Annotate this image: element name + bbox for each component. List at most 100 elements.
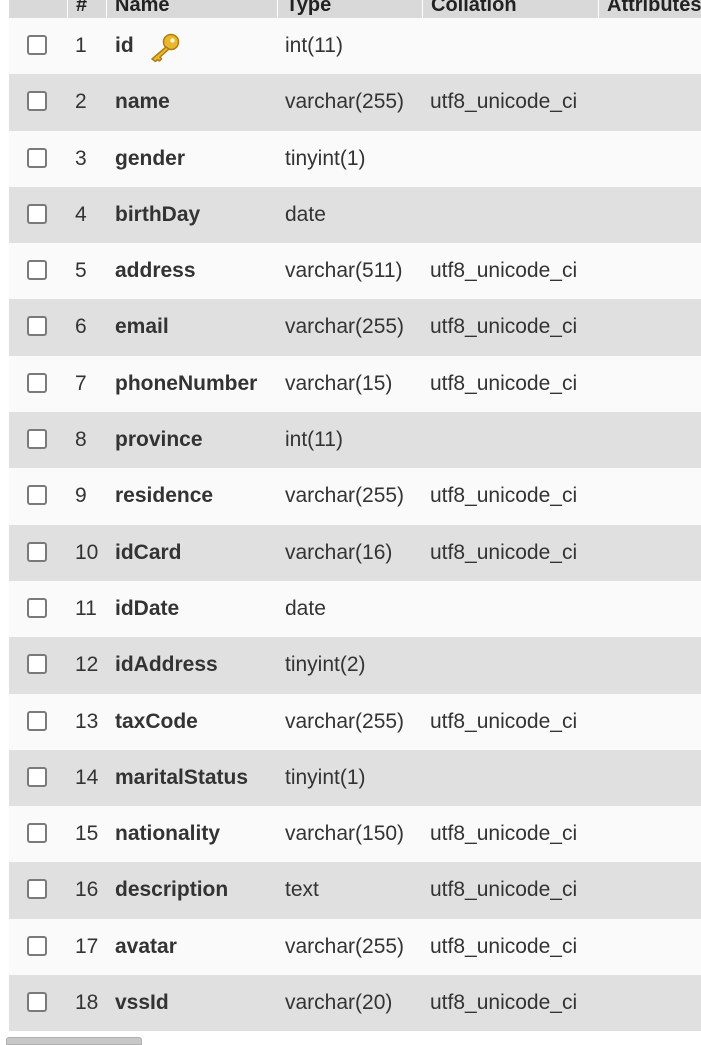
row-select-checkbox[interactable] — [27, 91, 47, 112]
column-type: int(11) — [285, 34, 343, 57]
column-name: name — [115, 90, 170, 114]
table-row[interactable]: 11 idDate date — [9, 580, 701, 638]
column-collation: utf8_unicode_ci — [430, 315, 578, 339]
row-select-checkbox[interactable] — [27, 823, 47, 844]
row-number: 7 — [75, 371, 87, 395]
column-name: gender — [115, 146, 186, 170]
column-type: tinyint(1) — [285, 146, 366, 170]
column-type: int(11) — [285, 428, 343, 452]
column-collation: utf8_unicode_ci — [430, 934, 578, 958]
column-type: date — [285, 202, 326, 226]
column-collation: utf8_unicode_ci — [430, 90, 578, 114]
table-header: # Name Type Collation Attributes — [9, 0, 701, 18]
column-name: taxCode — [115, 709, 198, 733]
row-select-checkbox[interactable] — [27, 485, 47, 506]
column-name: idDate — [115, 596, 180, 620]
row-number: 15 — [75, 822, 99, 846]
key-icon — [151, 33, 180, 62]
column-name: nationality — [115, 822, 221, 846]
column-collation: utf8_unicode_ci — [430, 822, 578, 846]
row-select-checkbox[interactable] — [27, 710, 47, 731]
row-select-checkbox[interactable] — [27, 316, 47, 337]
row-select-checkbox[interactable] — [27, 372, 47, 393]
row-select-checkbox[interactable] — [27, 429, 47, 450]
column-name: residence — [115, 484, 214, 508]
row-select-checkbox[interactable] — [27, 766, 47, 787]
table-row[interactable]: 16 description text utf8_unicode_ci — [9, 862, 701, 919]
row-number: 18 — [75, 991, 99, 1015]
table-row[interactable]: 15 nationality varchar(150) utf8_unicode_ci — [9, 806, 701, 863]
table-row[interactable]: 13 taxCode varchar(255) utf8_unicode_ci — [9, 693, 701, 750]
column-type: varchar(255) — [285, 315, 405, 339]
row-select-checkbox[interactable] — [27, 147, 47, 168]
column-name: idCard — [115, 540, 182, 564]
column-name: vssId — [115, 991, 169, 1015]
row-number: 1 — [75, 34, 87, 57]
column-type: varchar(255) — [285, 90, 405, 114]
row-select-checkbox[interactable] — [27, 654, 47, 675]
column-type: varchar(511) — [285, 259, 403, 283]
column-name: avatar — [115, 934, 177, 958]
column-header-attributes[interactable]: Attributes — [598, 0, 701, 18]
row-number: 16 — [75, 878, 99, 902]
column-name: idAddress — [115, 653, 218, 677]
row-number: 13 — [75, 709, 99, 733]
row-select-checkbox[interactable] — [27, 935, 47, 956]
table-row[interactable]: 9 residence varchar(255) utf8_unicode_ci — [9, 468, 701, 525]
column-name: id — [115, 34, 134, 57]
row-select-checkbox[interactable] — [27, 541, 47, 562]
table-row[interactable]: 7 phoneNumber varchar(15) utf8_unicode_ci — [9, 355, 701, 413]
row-number: 2 — [75, 90, 87, 114]
scrollbar-thumb[interactable] — [6, 1037, 142, 1045]
row-number: 12 — [75, 653, 99, 677]
column-name: description — [115, 878, 229, 902]
table-row[interactable]: 2 name varchar(255) utf8_unicode_ci — [9, 74, 701, 131]
table-row[interactable]: 4 birthDay date — [9, 186, 701, 244]
column-type: varchar(16) — [285, 540, 393, 564]
column-type: tinyint(1) — [285, 765, 366, 789]
column-collation: utf8_unicode_ci — [430, 540, 578, 564]
table-row[interactable]: 8 province int(11) — [9, 412, 701, 469]
table-row[interactable]: 10 idCard varchar(16) utf8_unicode_ci — [9, 524, 701, 581]
row-select-checkbox[interactable] — [27, 35, 47, 55]
column-header-name[interactable]: Name — [106, 0, 169, 18]
row-number: 10 — [75, 540, 99, 564]
column-collation: utf8_unicode_ci — [430, 709, 578, 733]
table-row[interactable]: 14 maritalStatus tinyint(1) — [9, 749, 701, 807]
column-header-type[interactable]: Type — [277, 0, 331, 18]
table-row[interactable]: 6 email varchar(255) utf8_unicode_ci — [9, 299, 701, 356]
row-select-checkbox[interactable] — [27, 597, 47, 618]
column-type: text — [285, 878, 319, 902]
row-number: 17 — [75, 934, 99, 958]
column-type: varchar(20) — [285, 991, 393, 1015]
column-name: address — [115, 259, 196, 283]
table-row[interactable]: 3 gender tinyint(1) — [9, 130, 701, 187]
row-number: 4 — [75, 202, 87, 226]
column-collation: utf8_unicode_ci — [430, 991, 578, 1015]
table-row[interactable]: 1 id int(11) — [9, 18, 701, 75]
table-row[interactable]: 17 avatar varchar(255) utf8_unicode_ci — [9, 918, 701, 976]
row-number: 8 — [75, 428, 87, 452]
row-select-checkbox[interactable] — [27, 879, 47, 900]
column-type: varchar(255) — [285, 484, 405, 508]
column-type: varchar(150) — [285, 822, 405, 846]
table-row[interactable]: 12 idAddress tinyint(2) — [9, 637, 701, 694]
column-type: varchar(255) — [285, 934, 405, 958]
column-collation: utf8_unicode_ci — [430, 371, 578, 395]
column-name: province — [115, 428, 203, 452]
structure-table: 1 id int(11) 2 name varchar(255) utf8_unicode_… — [9, 18, 701, 1032]
row-select-checkbox[interactable] — [27, 992, 47, 1013]
table-row[interactable]: 18 vssId varchar(20) utf8_unicode_ci — [9, 975, 701, 1032]
column-type: varchar(15) — [285, 371, 393, 395]
column-name: maritalStatus — [115, 765, 249, 789]
row-select-checkbox[interactable] — [27, 260, 47, 281]
row-number: 11 — [75, 596, 97, 620]
table-row[interactable]: 5 address varchar(511) utf8_unicode_ci — [9, 243, 701, 300]
column-name: phoneNumber — [115, 371, 258, 395]
row-select-checkbox[interactable] — [27, 203, 47, 224]
horizontal-scrollbar[interactable] — [0, 1035, 701, 1045]
column-type: varchar(255) — [285, 709, 405, 733]
column-header-number[interactable]: # — [67, 0, 87, 18]
column-header-collation[interactable]: Collation — [422, 0, 517, 18]
column-collation: utf8_unicode_ci — [430, 259, 578, 283]
